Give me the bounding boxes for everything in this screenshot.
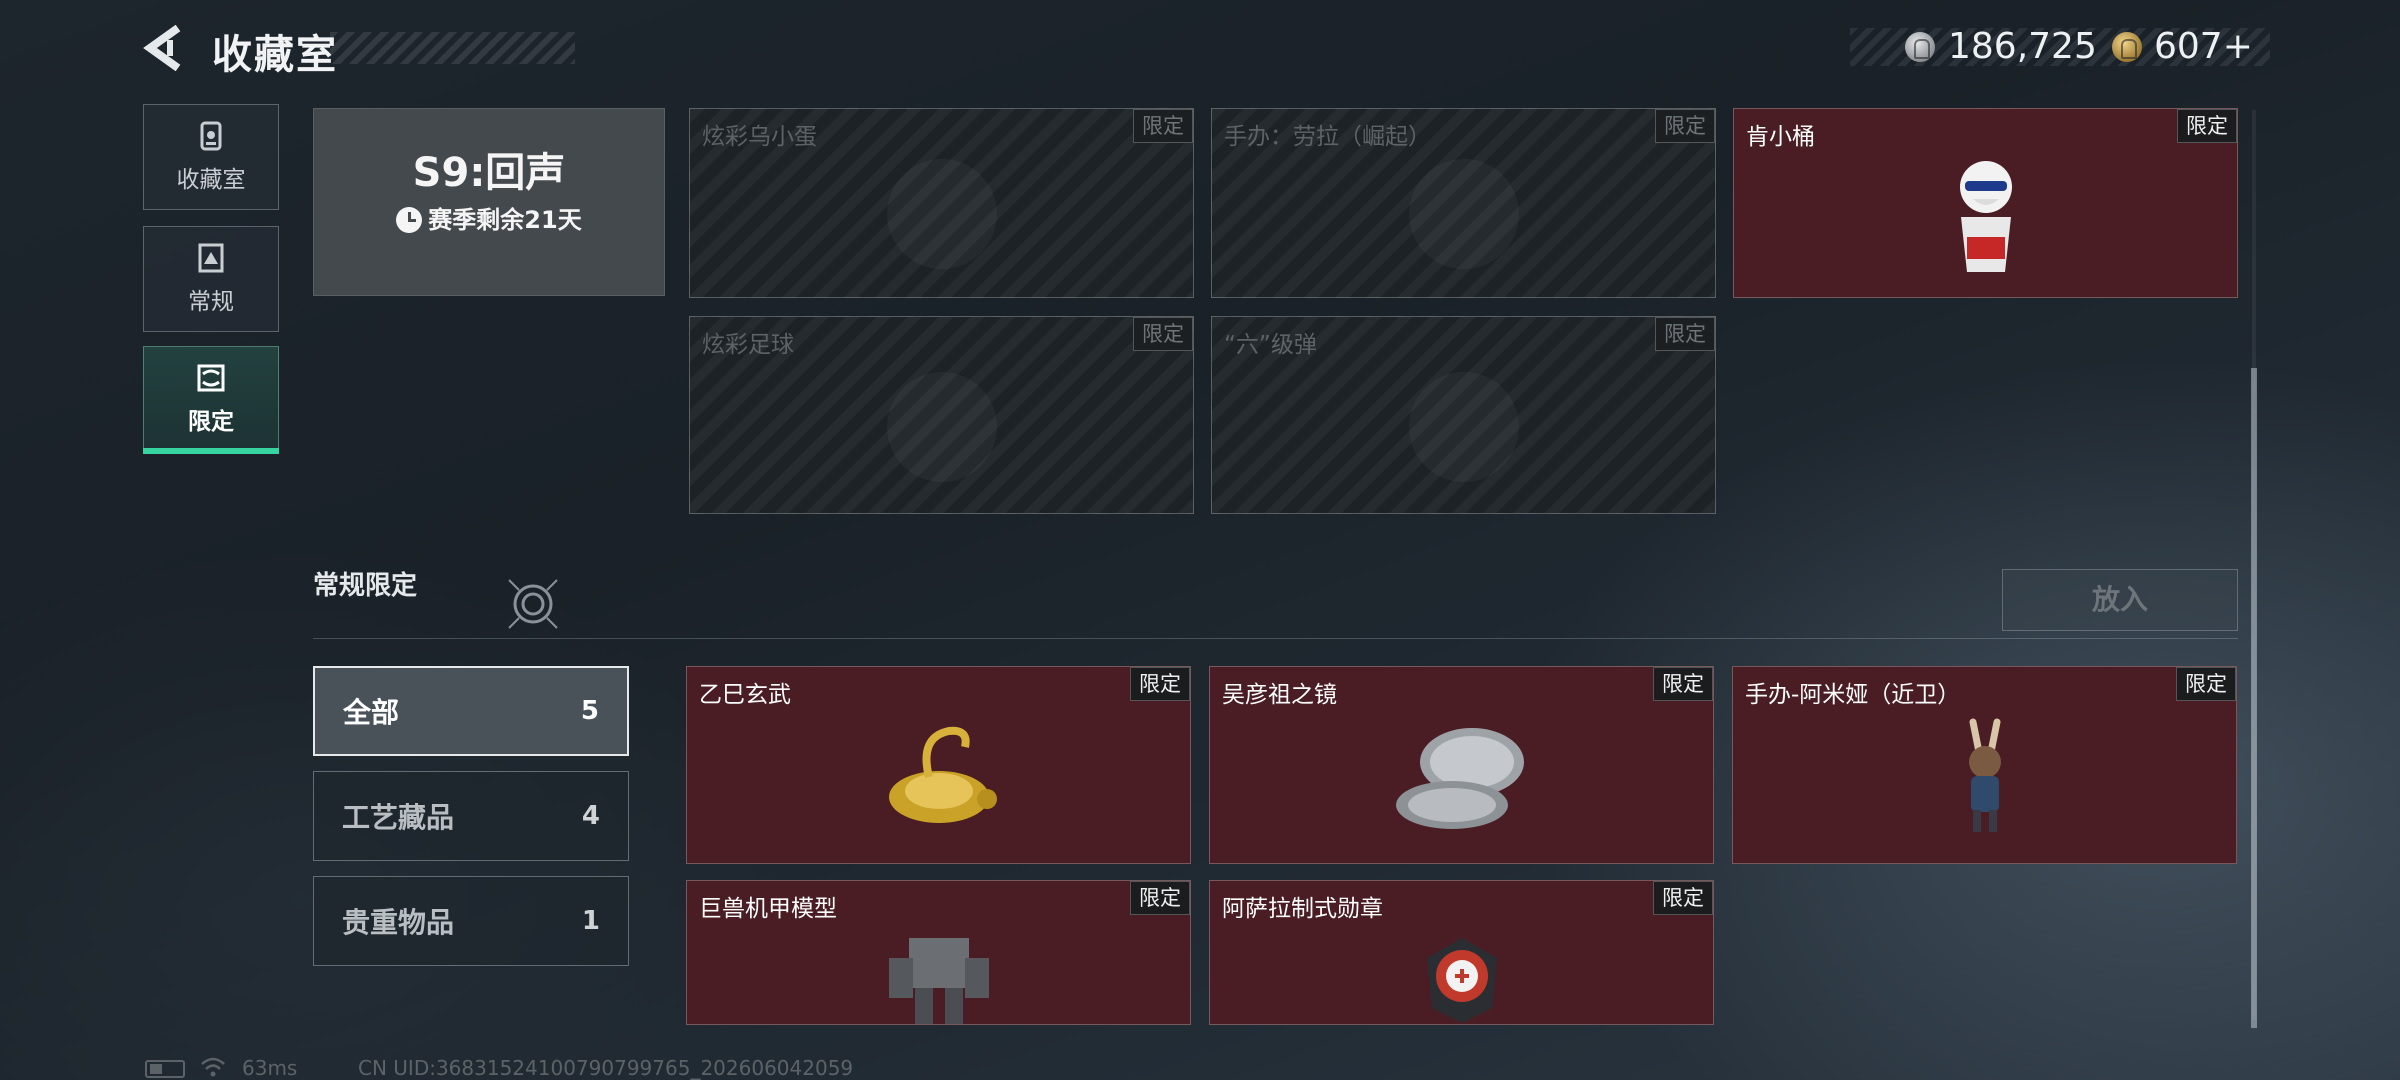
section-divider: [313, 638, 2238, 639]
filter-count: 4: [581, 801, 600, 831]
filter-valuables[interactable]: 贵重物品 1: [313, 876, 629, 966]
clock-icon: [396, 207, 423, 233]
limited-badge: 限定: [1130, 667, 1190, 701]
limited-badge: 限定: [1130, 881, 1190, 915]
collection-card[interactable]: 乙巳玄武 限定: [686, 666, 1191, 864]
collection-card[interactable]: 炫彩足球 限定: [689, 316, 1194, 514]
item-name: 巨兽机甲模型: [699, 896, 837, 922]
limited-badge: 限定: [1653, 881, 1713, 915]
collection-card[interactable]: 手办：劳拉（崛起） 限定: [1211, 108, 1716, 298]
season-title: S9:回声: [412, 150, 566, 196]
limited-badge: 限定: [1133, 109, 1193, 143]
item-name: “六”级弹: [1224, 332, 1317, 358]
item-name: 乙巳玄武: [699, 682, 791, 708]
item-silhouette: [886, 159, 997, 270]
collection-card[interactable]: 手办-阿米娅（近卫） 限定: [1732, 666, 2237, 864]
put-in-button[interactable]: 放入: [2002, 569, 2238, 631]
item-silhouette: [886, 371, 997, 482]
filter-label: 贵重物品: [342, 906, 455, 939]
nav-active-indicator: [143, 448, 279, 454]
nav-limited[interactable]: 限定: [143, 346, 279, 452]
uid-text: CN UID:3683152410079079​9765_20260604205…: [358, 1056, 854, 1080]
filter-label: 全部: [343, 696, 400, 729]
item-name: 手办：劳拉（崛起）: [1224, 124, 1431, 150]
target-icon[interactable]: [505, 576, 561, 632]
title-decoration: [330, 32, 575, 64]
item-name: 手办-阿米娅（近卫）: [1745, 682, 1961, 708]
gold-coin-icon: [2112, 32, 2142, 62]
filter-all[interactable]: 全部 5: [313, 666, 629, 756]
collection-card[interactable]: 阿萨拉制式勋章 限定: [1209, 880, 1714, 1025]
back-arrow-icon[interactable]: [140, 22, 188, 74]
ping-text: 63ms: [242, 1056, 298, 1080]
nav-label: 常规: [188, 289, 234, 315]
limited-badge: 限定: [2176, 667, 2236, 701]
nav-collection-room[interactable]: 收藏室: [143, 104, 279, 210]
collection-card[interactable]: 吴彦祖之镜 限定: [1209, 666, 1714, 864]
scrollbar-thumb[interactable]: [2251, 368, 2257, 1028]
item-silhouette: [1408, 371, 1519, 482]
limited-badge: 限定: [1653, 667, 1713, 701]
page-title: 收藏室: [212, 32, 338, 78]
filter-crafts[interactable]: 工艺藏品 4: [313, 771, 629, 861]
item-name: 阿萨拉制式勋章: [1222, 896, 1383, 922]
limited-badge: 限定: [1655, 317, 1715, 351]
golden-tortoise-icon: [888, 726, 997, 823]
item-name: 吴彦祖之镜: [1222, 682, 1337, 708]
collection-room-icon: [200, 121, 222, 151]
filter-count: 5: [580, 696, 599, 726]
compact-mirror-icon: [1395, 727, 1524, 829]
filter-label: 工艺藏品: [342, 801, 455, 834]
collection-card[interactable]: “六”级弹 限定: [1211, 316, 1716, 514]
battery-icon: [145, 1060, 185, 1078]
silver-coin-icon: [1905, 32, 1935, 62]
item-name: 肯小桶: [1746, 124, 1815, 150]
silver-currency-value: 186,725: [1948, 26, 2097, 67]
limited-badge: 限定: [1133, 317, 1193, 351]
nav-label: 限定: [188, 409, 234, 435]
limited-badge: 限定: [2177, 109, 2237, 143]
season-remaining: 赛季剩余21天: [313, 200, 665, 235]
bucket-figure-icon: [1959, 161, 2012, 273]
season-remaining-text: 赛季剩余21天: [428, 206, 582, 234]
figure-amiya-icon: [1968, 718, 2001, 832]
collection-card[interactable]: 肯小桶 限定: [1733, 108, 2238, 298]
limited-icon: [197, 364, 225, 392]
limited-badge: 限定: [1655, 109, 1715, 143]
item-name: 炫彩乌小蛋: [702, 124, 817, 150]
nav-label: 收藏室: [176, 167, 246, 193]
item-name: 炫彩足球: [702, 332, 794, 358]
item-silhouette: [1408, 159, 1519, 270]
nav-regular[interactable]: 常规: [143, 226, 279, 332]
collection-card[interactable]: 巨兽机甲模型 限定: [686, 880, 1191, 1025]
regular-icon: [198, 243, 224, 273]
filter-count: 1: [581, 906, 600, 936]
wifi-icon: [201, 1057, 225, 1077]
collection-card[interactable]: 炫彩乌小蛋 限定: [689, 108, 1194, 298]
gold-currency-value[interactable]: 607+: [2154, 26, 2253, 67]
medal-icon: [1426, 937, 1497, 1023]
mech-model-icon: [888, 937, 989, 1024]
section-title: 常规限定: [313, 571, 418, 601]
